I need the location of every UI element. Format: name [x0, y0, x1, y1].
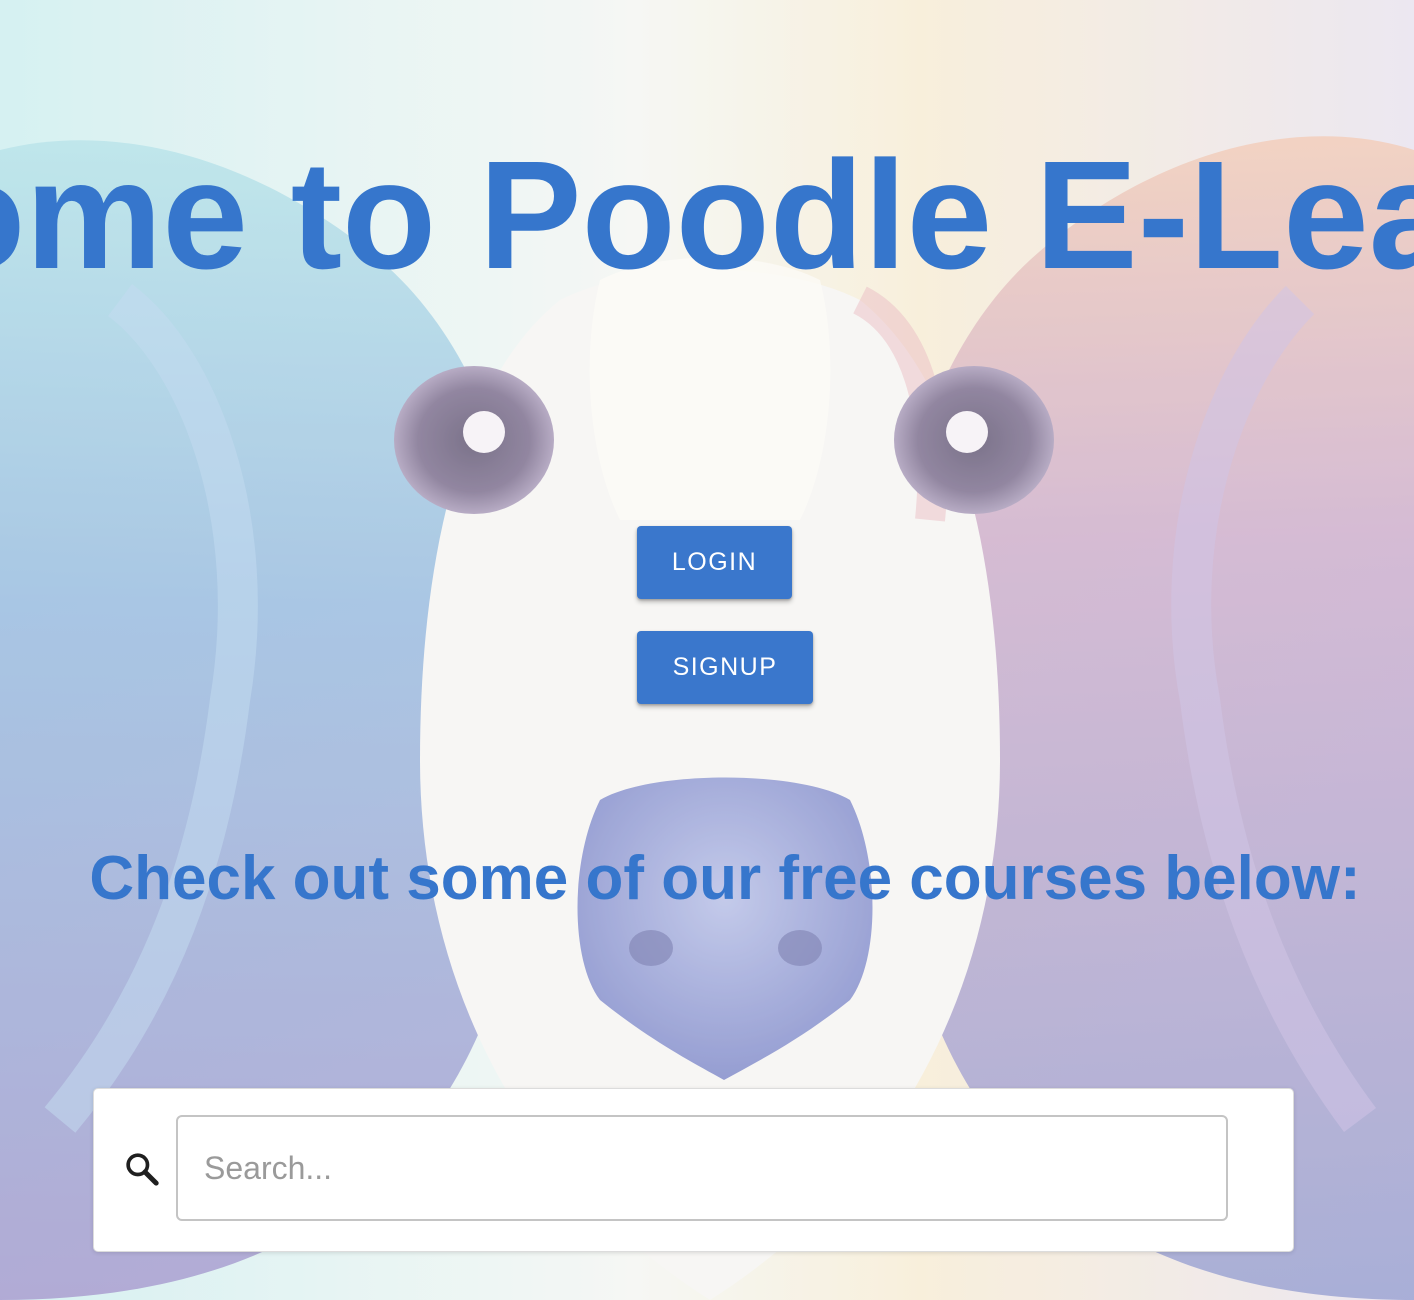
login-button[interactable]: LOGIN [637, 526, 792, 599]
free-courses-heading: Check out some of our free courses below… [89, 844, 1361, 913]
landing-page: Welcome to Poodle E-Learning LOGIN SIGNU… [0, 0, 1414, 1300]
page-title: Welcome to Poodle E-Learning [0, 129, 1414, 301]
signup-button[interactable]: SIGNUP [637, 631, 813, 704]
search-icon [122, 1149, 162, 1189]
search-card [93, 1088, 1294, 1252]
search-input[interactable] [176, 1115, 1228, 1221]
